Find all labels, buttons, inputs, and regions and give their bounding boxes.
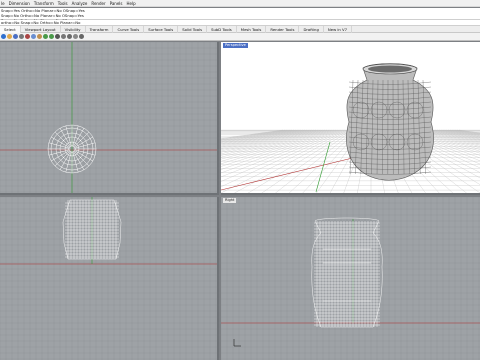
tab-surface-tools[interactable]: Surface Tools (144, 25, 179, 33)
rotate-icon[interactable] (61, 34, 66, 39)
menu-item[interactable]: Dimension (9, 1, 30, 6)
menu-item[interactable]: Tools (58, 1, 68, 6)
pan-icon[interactable] (55, 34, 60, 39)
print-icon[interactable] (19, 34, 24, 39)
viewport-title-perspective[interactable]: Perspective (223, 43, 248, 48)
open-icon[interactable] (7, 34, 12, 39)
save-icon[interactable] (13, 34, 18, 39)
vase-shaded-model (346, 63, 434, 181)
undo-icon[interactable] (43, 34, 48, 39)
menu-item[interactable]: Transform (34, 1, 54, 6)
zoom-window-icon[interactable] (73, 34, 78, 39)
tab-curve-tools[interactable]: Curve Tools (113, 25, 145, 33)
paste-icon[interactable] (37, 34, 42, 39)
command-history: Snap=Yes Ortho=No Planar=No OSnap=Yes Sna… (0, 8, 480, 23)
tab-mesh-tools[interactable]: Mesh Tools (237, 25, 267, 33)
front-view-canvas (0, 197, 217, 360)
cut-icon[interactable] (25, 34, 30, 39)
tab-select[interactable]: Select (0, 25, 21, 33)
menu-item[interactable]: Panels (110, 1, 123, 6)
toolbar-tabs: Select Viewport Layout Visibility Transform… (0, 25, 480, 33)
viewport-right[interactable]: Right (221, 197, 480, 360)
axis-gizmo-icon (233, 339, 241, 347)
menu-item[interactable]: Help (127, 1, 136, 6)
tab-solid-tools[interactable]: Solid Tools (178, 25, 208, 33)
menu-item[interactable]: Render (91, 1, 105, 6)
tab-render-tools[interactable]: Render Tools (266, 25, 300, 33)
vase-front-wireframe (62, 199, 122, 260)
tab-drafting[interactable]: Drafting (299, 25, 324, 33)
tab-new-in-v7[interactable]: New in V7 (324, 25, 353, 33)
top-view-canvas (0, 42, 217, 193)
tab-visibility[interactable]: Visibility (61, 25, 86, 33)
standard-toolbar (0, 33, 480, 41)
viewport-top[interactable] (0, 42, 219, 195)
perspective-view-canvas (221, 63, 480, 193)
viewport-front[interactable] (0, 197, 219, 360)
y-axis-line-persp (315, 141, 331, 193)
new-file-icon[interactable] (1, 34, 6, 39)
zoom-extents-icon[interactable] (79, 34, 84, 39)
menu-item[interactable]: Analyze (72, 1, 88, 6)
tab-viewport-layout[interactable]: Viewport Layout (21, 25, 61, 33)
menu-bar: le Dimension Transform Tools Analyze Render Pa… (0, 0, 480, 7)
menu-item[interactable]: le (1, 1, 5, 6)
copy-icon[interactable] (31, 34, 36, 39)
vase-right-wireframe (311, 217, 383, 328)
redo-icon[interactable] (49, 34, 54, 39)
right-view-canvas (221, 197, 480, 360)
tab-subd-tools[interactable]: SubD Tools (207, 25, 237, 33)
viewport-perspective[interactable]: Perspective (221, 42, 480, 195)
viewport-title-right[interactable]: Right (223, 198, 237, 203)
tab-transform[interactable]: Transform (86, 25, 114, 33)
zoom-icon[interactable] (67, 34, 72, 39)
